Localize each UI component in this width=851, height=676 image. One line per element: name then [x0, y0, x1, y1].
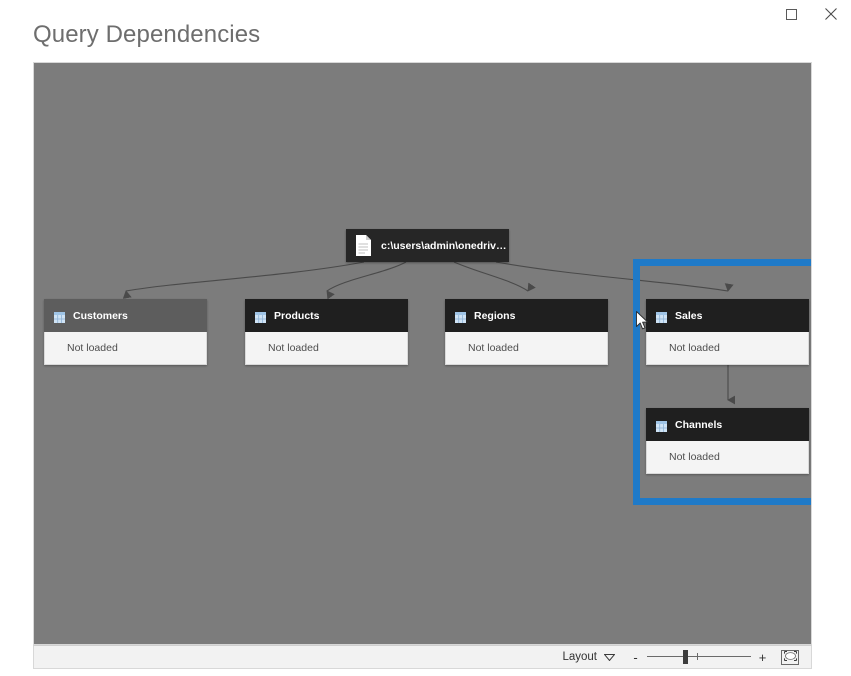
query-node-body: Not loaded: [245, 332, 408, 365]
file-icon: [355, 235, 372, 256]
maximize-icon: [785, 8, 797, 20]
query-node-sales[interactable]: Sales Not loaded: [646, 299, 809, 365]
query-node-body: Not loaded: [646, 332, 809, 365]
zoom-slider[interactable]: [647, 650, 751, 664]
table-icon: [656, 419, 667, 432]
fit-to-screen-button[interactable]: [781, 648, 799, 666]
query-node-products[interactable]: Products Not loaded: [245, 299, 408, 365]
query-node-status: Not loaded: [669, 342, 720, 354]
query-node-name: Sales: [675, 309, 703, 322]
query-node-header: Sales: [646, 299, 809, 332]
zoom-out-button[interactable]: -: [631, 651, 640, 664]
source-file-node[interactable]: c:\users\admin\onedrive...: [346, 229, 509, 262]
query-node-regions[interactable]: Regions Not loaded: [445, 299, 608, 365]
query-node-body: Not loaded: [445, 332, 608, 365]
zoom-control: - +: [631, 650, 767, 664]
query-node-status: Not loaded: [468, 342, 519, 354]
query-node-channels[interactable]: Channels Not loaded: [646, 408, 809, 474]
zoom-slider-track: [647, 656, 751, 657]
zoom-slider-thumb[interactable]: [683, 650, 688, 664]
query-node-body: Not loaded: [646, 441, 809, 474]
query-node-body: Not loaded: [44, 332, 207, 365]
dependency-canvas[interactable]: c:\users\admin\onedrive... Customers Not…: [33, 62, 812, 645]
query-node-header: Channels: [646, 408, 809, 441]
query-node-status: Not loaded: [67, 342, 118, 354]
query-node-header: Products: [245, 299, 408, 332]
query-node-name: Channels: [675, 418, 723, 431]
window-controls: [771, 0, 851, 28]
query-node-customers[interactable]: Customers Not loaded: [44, 299, 207, 365]
maximize-button[interactable]: [771, 0, 811, 28]
table-icon: [54, 310, 65, 323]
page-title: Query Dependencies: [33, 21, 261, 48]
source-file-label: c:\users\admin\onedrive...: [381, 239, 509, 252]
query-node-status: Not loaded: [268, 342, 319, 354]
table-icon: [255, 310, 266, 323]
query-node-name: Products: [274, 309, 320, 322]
query-node-name: Customers: [73, 309, 128, 322]
close-button[interactable]: [811, 0, 851, 28]
query-node-header: Customers: [44, 299, 207, 332]
zoom-in-button[interactable]: +: [758, 651, 767, 664]
zoom-slider-tick: [697, 653, 698, 660]
close-icon: [825, 8, 837, 20]
layout-label: Layout: [562, 651, 597, 663]
query-node-name: Regions: [474, 309, 516, 322]
canvas-toolbar: Layout - +: [33, 645, 812, 669]
layout-dropdown[interactable]: Layout: [562, 648, 616, 666]
query-node-status: Not loaded: [669, 451, 720, 463]
query-node-header: Regions: [445, 299, 608, 332]
fit-to-screen-icon: [783, 648, 797, 666]
table-icon: [656, 310, 667, 323]
table-icon: [455, 310, 466, 323]
chevron-down-icon: [603, 648, 616, 666]
